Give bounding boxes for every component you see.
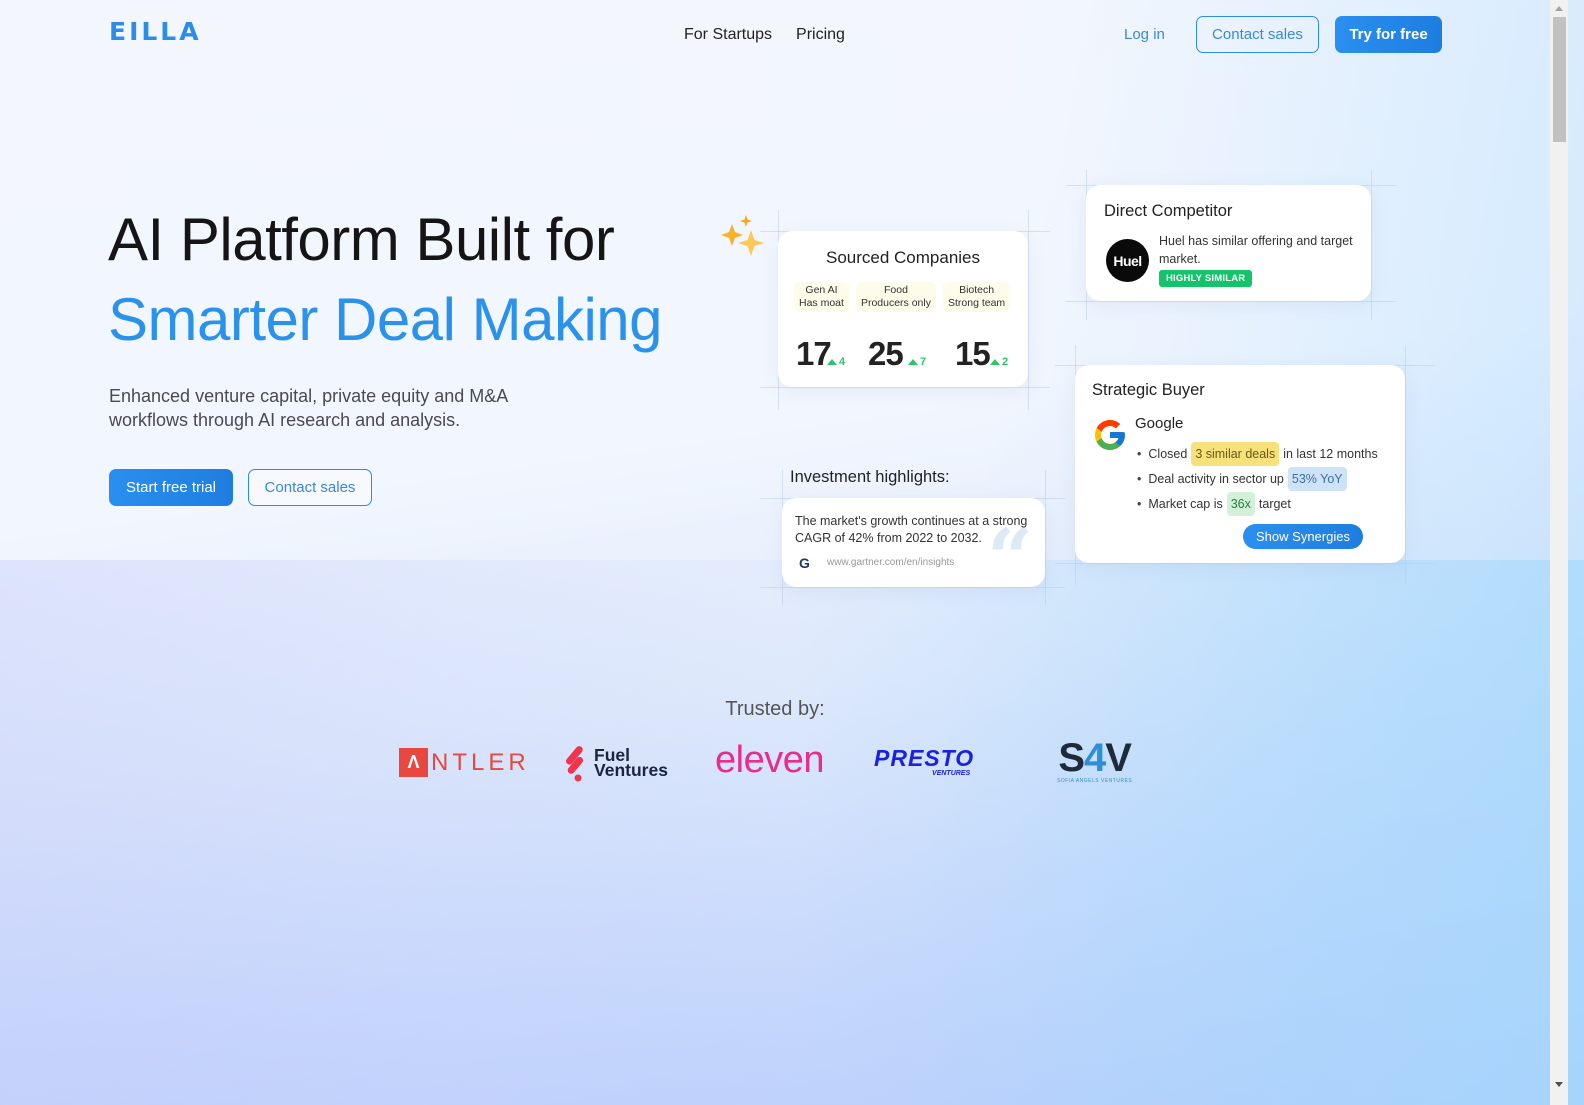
sourced-companies-card: Sourced Companies Gen AI Has moat Food P…: [778, 231, 1028, 387]
count-delta: 4: [827, 356, 845, 368]
hero-contact-sales-button[interactable]: Contact sales: [248, 469, 372, 506]
sav-letter: 4: [1084, 736, 1106, 780]
grid-line: [1405, 345, 1406, 585]
fact-highlight: 3 similar deals: [1191, 441, 1280, 466]
gartner-icon: G: [799, 555, 810, 571]
scrollbar-thumb[interactable]: [1553, 17, 1566, 142]
sav-wordmark: S4V: [1057, 738, 1132, 778]
antler-wordmark: NTLER: [431, 748, 530, 776]
direct-competitor-title: Direct Competitor: [1104, 202, 1233, 220]
fact-text: in last 12 months: [1283, 446, 1378, 461]
grid-line: [1066, 301, 1396, 302]
count-delta: 7: [908, 356, 926, 368]
login-link[interactable]: Log in: [1124, 26, 1165, 43]
count-value: 15: [955, 335, 991, 372]
fact-highlight: 53% YoY: [1287, 466, 1347, 491]
sparkle-icon: [721, 215, 764, 256]
fact-text: Market cap is: [1148, 496, 1223, 511]
highlight-quote: The market's growth continues at a stron…: [795, 514, 1028, 545]
fact-text: target: [1258, 496, 1291, 511]
up-arrow-icon: [990, 359, 1000, 365]
delta-value: 4: [839, 356, 846, 368]
fuel-ventures-wordmark: Fuel Ventures: [594, 746, 668, 780]
nav-for-startups[interactable]: For Startups: [684, 26, 772, 44]
fact-text: Deal activity in sector up: [1148, 471, 1284, 486]
list-item: Deal activity in sector up 53% YoY: [1137, 466, 1378, 491]
grid-line: [1028, 210, 1029, 410]
start-free-trial-button[interactable]: Start free trial: [109, 469, 233, 506]
count-value: 17: [796, 335, 832, 372]
eilla-logo[interactable]: EILLA: [109, 17, 202, 46]
source-url[interactable]: www.gartner.com/en/insights: [827, 557, 954, 568]
strategic-buyer-title: Strategic Buyer: [1092, 381, 1205, 399]
sav-logo: S4V SOFIA ANGELS VENTURES: [1057, 738, 1132, 784]
tag-line: Food: [883, 284, 908, 296]
main-nav: For Startups Pricing: [684, 26, 845, 44]
count-delta: 2: [990, 356, 1008, 368]
count-value: 25: [868, 335, 904, 372]
sav-letter: S: [1058, 736, 1085, 780]
list-item: Closed 3 similar deals in last 12 months: [1137, 441, 1378, 466]
presto-ventures-logo: PRESTO VENTURES: [874, 746, 974, 777]
presto-subtitle: VENTURES: [932, 770, 971, 777]
fuel-line: Ventures: [594, 760, 668, 780]
page-scrollbar[interactable]: [1550, 0, 1568, 1105]
fuel-ventures-logo: Fuel Ventures: [562, 744, 668, 782]
fact-highlight: 36x: [1226, 491, 1255, 516]
scroll-up-arrow-icon[interactable]: [1555, 6, 1563, 11]
criteria-tag: Gen AI Has moat: [794, 282, 849, 312]
hero-title-line2: Smarter Deal Making: [108, 286, 663, 353]
fact-text: Closed: [1148, 446, 1188, 461]
site-header: EILLA For Startups Pricing Log in Contac…: [0, 0, 1550, 70]
delta-value: 2: [1002, 356, 1009, 368]
antler-mark-icon: Λ: [399, 748, 428, 777]
direct-competitor-card: Direct Competitor Huel Huel has similar …: [1086, 185, 1371, 301]
investment-highlights-title: Investment highlights:: [790, 468, 950, 486]
criteria-tag: Biotech Strong team: [942, 282, 1011, 312]
up-arrow-icon: [908, 359, 918, 365]
sav-letter: V: [1105, 736, 1132, 780]
scroll-down-arrow-icon[interactable]: [1555, 1082, 1563, 1087]
grid-line: [1055, 563, 1435, 564]
trusted-by-label: Trusted by:: [725, 698, 825, 720]
try-for-free-button[interactable]: Try for free: [1335, 16, 1442, 53]
fuel-flame-icon: [566, 746, 584, 782]
list-item: Market cap is 36x target: [1137, 491, 1378, 516]
hero-title-line1: AI Platform Built for: [108, 206, 615, 273]
grid-line: [760, 387, 1050, 388]
grid-line: [1371, 170, 1372, 320]
hero-subtitle: Enhanced venture capital, private equity…: [109, 386, 508, 430]
sourced-companies-title: Sourced Companies: [825, 248, 981, 267]
background-tint-bottom: [0, 560, 1584, 1105]
sav-subtitle: SOFIA ANGELS VENTURES: [1057, 778, 1133, 784]
criteria-tags: Gen AI Has moat Food Producers only Biot…: [794, 282, 1011, 312]
tag-line: Biotech: [959, 284, 995, 296]
buyer-company-name: Google: [1135, 415, 1184, 432]
huel-logo: Huel: [1106, 239, 1149, 282]
nav-pricing[interactable]: Pricing: [796, 26, 845, 44]
tag-line: Strong team: [947, 297, 1006, 309]
header-contact-sales-button[interactable]: Contact sales: [1196, 16, 1319, 53]
buyer-facts-list: Closed 3 similar deals in last 12 months…: [1137, 441, 1378, 516]
strategic-buyer-card: Strategic Buyer Google Closed 3 similar …: [1075, 365, 1405, 563]
tag-line: Has moat: [799, 297, 844, 309]
google-logo-icon: [1095, 420, 1125, 450]
show-synergies-button[interactable]: Show Synergies: [1243, 524, 1363, 549]
presto-wordmark: PRESTO: [874, 745, 975, 771]
eleven-logo: eleven: [715, 739, 824, 781]
competitor-description: Huel has similar offering and target mar…: [1159, 234, 1353, 266]
investment-highlights-card: “ The market's growth continues at a str…: [782, 498, 1045, 598]
grid-line: [1045, 470, 1046, 605]
similarity-badge: HIGHLY SIMILAR: [1159, 270, 1253, 287]
antler-logo: Λ NTLER: [399, 748, 530, 777]
up-arrow-icon: [827, 359, 837, 365]
tag-line: Gen AI: [805, 284, 838, 296]
criteria-tag: Food Producers only: [855, 282, 936, 312]
delta-value: 7: [920, 356, 927, 368]
tag-line: Producers only: [860, 297, 931, 309]
